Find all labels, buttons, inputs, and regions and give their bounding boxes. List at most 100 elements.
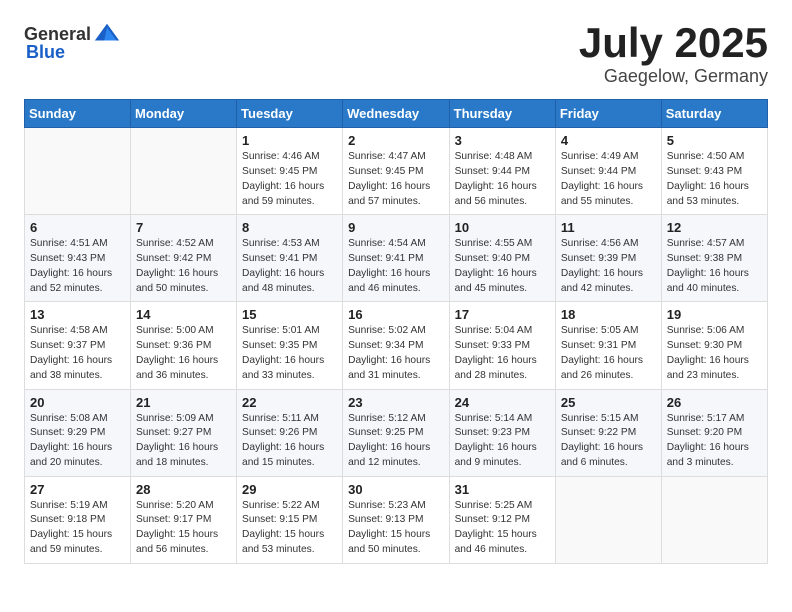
day-number: 24 (455, 395, 550, 410)
day-info: Sunrise: 4:47 AM Sunset: 9:45 PM Dayligh… (348, 150, 443, 209)
day-info: Sunrise: 5:08 AM Sunset: 9:29 PM Dayligh… (30, 412, 125, 471)
day-number: 14 (136, 307, 231, 322)
calendar-week-row: 27 Sunrise: 5:19 AM Sunset: 9:18 PM Dayli… (25, 476, 768, 563)
day-number: 17 (455, 307, 550, 322)
day-number: 8 (242, 220, 337, 235)
calendar-cell: 21Sunrise: 5:09 AM Sunset: 9:27 PM Dayli… (131, 389, 237, 476)
day-info: Sunrise: 5:17 AM Sunset: 9:20 PM Dayligh… (667, 412, 762, 471)
day-number: 11 (561, 220, 656, 235)
calendar-cell (131, 128, 237, 215)
calendar-cell: 23Sunrise: 5:12 AM Sunset: 9:25 PM Dayli… (343, 389, 449, 476)
day-info: Sunrise: 4:46 AM Sunset: 9:45 PM Dayligh… (242, 150, 337, 209)
day-number: 6 (30, 220, 125, 235)
logo-blue: Blue (26, 42, 65, 63)
day-number: 25 (561, 395, 656, 410)
weekday-header-wednesday: Wednesday (343, 100, 449, 128)
calendar-cell: 20 Sunrise: 5:08 AM Sunset: 9:29 PM Dayli… (25, 389, 131, 476)
calendar-cell: 29 Sunrise: 5:22 AM Sunset: 9:15 PM Dayli… (237, 476, 343, 563)
day-number: 20 (30, 395, 125, 410)
day-info: Sunrise: 5:06 AM Sunset: 9:30 PM Dayligh… (667, 324, 762, 383)
day-info: Sunrise: 5:14 AM Sunset: 9:23 PM Dayligh… (455, 412, 550, 471)
calendar-cell: 11 Sunrise: 4:56 AM Sunset: 9:39 PM Dayli… (555, 215, 661, 302)
calendar-week-row: 1 Sunrise: 4:46 AM Sunset: 9:45 PM Daylig… (25, 128, 768, 215)
weekday-header-thursday: Thursday (449, 100, 555, 128)
day-info: Sunrise: 5:20 AM Sunset: 9:17 PM Dayligh… (136, 499, 231, 558)
day-info: Sunrise: 5:22 AM Sunset: 9:15 PM Dayligh… (242, 499, 337, 558)
day-info: Sunrise: 4:50 AM Sunset: 9:43 PM Dayligh… (667, 150, 762, 209)
calendar-cell: 15 Sunrise: 5:01 AM Sunset: 9:35 PM Dayli… (237, 302, 343, 389)
calendar-cell: 31 Sunrise: 5:25 AM Sunset: 9:12 PM Dayli… (449, 476, 555, 563)
day-info: Sunrise: 5:04 AM Sunset: 9:33 PM Dayligh… (455, 324, 550, 383)
calendar-cell: 22 Sunrise: 5:11 AM Sunset: 9:26 PM Dayli… (237, 389, 343, 476)
day-number: 30 (348, 482, 443, 497)
calendar-cell: 17 Sunrise: 5:04 AM Sunset: 9:33 PM Dayli… (449, 302, 555, 389)
day-info: Sunrise: 5:12 AM Sunset: 9:25 PM Dayligh… (348, 412, 443, 471)
day-number: 2 (348, 133, 443, 148)
calendar-cell (661, 476, 767, 563)
day-number: 3 (455, 133, 550, 148)
calendar-cell: 14 Sunrise: 5:00 AM Sunset: 9:36 PM Dayli… (131, 302, 237, 389)
day-info: Sunrise: 4:55 AM Sunset: 9:40 PM Dayligh… (455, 237, 550, 296)
day-number: 1 (242, 133, 337, 148)
calendar-cell: 5 Sunrise: 4:50 AM Sunset: 9:43 PM Daylig… (661, 128, 767, 215)
day-info: Sunrise: 4:54 AM Sunset: 9:41 PM Dayligh… (348, 237, 443, 296)
calendar-week-row: 13 Sunrise: 4:58 AM Sunset: 9:37 PM Dayli… (25, 302, 768, 389)
day-number: 27 (30, 482, 125, 497)
calendar-cell: 2 Sunrise: 4:47 AM Sunset: 9:45 PM Daylig… (343, 128, 449, 215)
day-info: Sunrise: 5:02 AM Sunset: 9:34 PM Dayligh… (348, 324, 443, 383)
calendar-week-row: 6 Sunrise: 4:51 AM Sunset: 9:43 PM Daylig… (25, 215, 768, 302)
day-number: 10 (455, 220, 550, 235)
day-number: 19 (667, 307, 762, 322)
day-number: 15 (242, 307, 337, 322)
calendar-cell: 12Sunrise: 4:57 AM Sunset: 9:38 PM Dayli… (661, 215, 767, 302)
day-info: Sunrise: 5:23 AM Sunset: 9:13 PM Dayligh… (348, 499, 443, 558)
day-number: 26 (667, 395, 762, 410)
calendar-cell: 24 Sunrise: 5:14 AM Sunset: 9:23 PM Dayli… (449, 389, 555, 476)
day-info: Sunrise: 4:48 AM Sunset: 9:44 PM Dayligh… (455, 150, 550, 209)
logo: General Blue (24, 20, 121, 63)
day-info: Sunrise: 5:19 AM Sunset: 9:18 PM Dayligh… (30, 499, 125, 558)
day-number: 5 (667, 133, 762, 148)
location-title: Gaegelow, Germany (579, 66, 768, 87)
day-number: 28 (136, 482, 231, 497)
day-info: Sunrise: 5:00 AM Sunset: 9:36 PM Dayligh… (136, 324, 231, 383)
calendar-cell: 19 Sunrise: 5:06 AM Sunset: 9:30 PM Dayli… (661, 302, 767, 389)
calendar-cell: 8Sunrise: 4:53 AM Sunset: 9:41 PM Daylig… (237, 215, 343, 302)
logo-icon (93, 20, 121, 48)
calendar-cell: 16 Sunrise: 5:02 AM Sunset: 9:34 PM Dayli… (343, 302, 449, 389)
title-block: July 2025 Gaegelow, Germany (579, 20, 768, 87)
day-info: Sunrise: 5:25 AM Sunset: 9:12 PM Dayligh… (455, 499, 550, 558)
weekday-header-saturday: Saturday (661, 100, 767, 128)
day-info: Sunrise: 4:49 AM Sunset: 9:44 PM Dayligh… (561, 150, 656, 209)
day-number: 13 (30, 307, 125, 322)
day-number: 22 (242, 395, 337, 410)
day-info: Sunrise: 5:01 AM Sunset: 9:35 PM Dayligh… (242, 324, 337, 383)
weekday-header-tuesday: Tuesday (237, 100, 343, 128)
calendar-table: SundayMondayTuesdayWednesdayThursdayFrid… (24, 99, 768, 564)
calendar-cell (25, 128, 131, 215)
calendar-cell: 28 Sunrise: 5:20 AM Sunset: 9:17 PM Dayli… (131, 476, 237, 563)
day-info: Sunrise: 5:11 AM Sunset: 9:26 PM Dayligh… (242, 412, 337, 471)
calendar-cell: 6 Sunrise: 4:51 AM Sunset: 9:43 PM Daylig… (25, 215, 131, 302)
calendar-cell: 7Sunrise: 4:52 AM Sunset: 9:42 PM Daylig… (131, 215, 237, 302)
day-info: Sunrise: 4:57 AM Sunset: 9:38 PM Dayligh… (667, 237, 762, 296)
day-number: 29 (242, 482, 337, 497)
calendar-cell: 1 Sunrise: 4:46 AM Sunset: 9:45 PM Daylig… (237, 128, 343, 215)
day-info: Sunrise: 4:51 AM Sunset: 9:43 PM Dayligh… (30, 237, 125, 296)
calendar-cell: 25 Sunrise: 5:15 AM Sunset: 9:22 PM Dayli… (555, 389, 661, 476)
page-header: General Blue July 2025 Gaegelow, Germany (24, 20, 768, 87)
calendar-cell: 26 Sunrise: 5:17 AM Sunset: 9:20 PM Dayli… (661, 389, 767, 476)
calendar-cell: 18Sunrise: 5:05 AM Sunset: 9:31 PM Dayli… (555, 302, 661, 389)
day-number: 31 (455, 482, 550, 497)
calendar-cell (555, 476, 661, 563)
day-number: 7 (136, 220, 231, 235)
day-number: 16 (348, 307, 443, 322)
weekday-header-monday: Monday (131, 100, 237, 128)
day-info: Sunrise: 4:58 AM Sunset: 9:37 PM Dayligh… (30, 324, 125, 383)
day-info: Sunrise: 4:56 AM Sunset: 9:39 PM Dayligh… (561, 237, 656, 296)
calendar-week-row: 20 Sunrise: 5:08 AM Sunset: 9:29 PM Dayli… (25, 389, 768, 476)
day-info: Sunrise: 5:15 AM Sunset: 9:22 PM Dayligh… (561, 412, 656, 471)
day-number: 21 (136, 395, 231, 410)
calendar-cell: 3 Sunrise: 4:48 AM Sunset: 9:44 PM Daylig… (449, 128, 555, 215)
month-title: July 2025 (579, 20, 768, 66)
